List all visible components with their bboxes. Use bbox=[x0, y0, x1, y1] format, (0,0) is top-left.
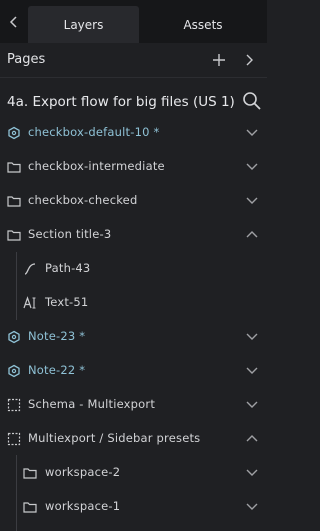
layer-row-note-23[interactable]: Note-23 * bbox=[0, 320, 267, 354]
layer-row-text-51[interactable]: Text-51 bbox=[0, 286, 267, 320]
layer-row-checkbox-default-10[interactable]: checkbox-default-10 * bbox=[0, 116, 267, 150]
layer-label: Multiexport / Sidebar presets bbox=[28, 431, 201, 445]
tab-bar: Layers Assets bbox=[0, 0, 267, 43]
folder-icon bbox=[7, 228, 21, 242]
folder-icon bbox=[7, 194, 21, 208]
add-page-button[interactable] bbox=[210, 51, 228, 69]
layer-row-schema-multiexport[interactable]: Schema - Multiexport bbox=[0, 388, 267, 422]
tab-assets[interactable]: Assets bbox=[139, 6, 267, 43]
layer-row-note-22[interactable]: Note-22 * bbox=[0, 354, 267, 388]
path-icon bbox=[23, 262, 37, 276]
plus-icon bbox=[213, 54, 225, 66]
chevron-down-icon[interactable] bbox=[245, 467, 259, 479]
layer-label: Text-51 bbox=[45, 295, 89, 309]
divider bbox=[0, 77, 267, 78]
layer-row-workspace-2[interactable]: workspace-2 bbox=[0, 456, 267, 490]
chevron-down-icon[interactable] bbox=[245, 365, 259, 377]
layer-label: checkbox-checked bbox=[28, 193, 138, 207]
folder-icon bbox=[23, 500, 37, 514]
chevron-right-icon bbox=[246, 54, 253, 66]
search-button[interactable] bbox=[242, 91, 262, 111]
expand-pages-button[interactable] bbox=[240, 51, 258, 69]
layer-row-workspace-1[interactable]: workspace-1 bbox=[0, 490, 267, 524]
component-icon bbox=[7, 364, 21, 378]
pages-title: Pages bbox=[7, 52, 46, 67]
layer-row-checkbox-checked[interactable]: checkbox-checked bbox=[0, 184, 267, 218]
chevron-down-icon[interactable] bbox=[245, 161, 259, 173]
chevron-up-icon[interactable] bbox=[245, 229, 259, 241]
text-icon bbox=[23, 296, 37, 310]
layer-label: Note-22 * bbox=[28, 363, 86, 377]
layer-row-path-43[interactable]: Path-43 bbox=[0, 252, 267, 286]
layer-label: checkbox-default-10 * bbox=[28, 125, 160, 139]
frame-icon bbox=[7, 432, 21, 446]
folder-icon bbox=[23, 466, 37, 480]
layer-row-checkbox-intermediate[interactable]: checkbox-intermediate bbox=[0, 150, 267, 184]
layer-label: Section title-3 bbox=[28, 227, 112, 241]
chevron-down-icon[interactable] bbox=[245, 501, 259, 513]
chevron-down-icon[interactable] bbox=[245, 127, 259, 139]
layer-row-section-title-3[interactable]: Section title-3 bbox=[0, 218, 267, 252]
chevron-down-icon[interactable] bbox=[245, 195, 259, 207]
layer-label: Schema - Multiexport bbox=[28, 397, 156, 411]
layer-label: Path-43 bbox=[45, 261, 91, 275]
layer-label: workspace-2 bbox=[45, 465, 121, 479]
component-icon bbox=[7, 126, 21, 140]
current-page-row[interactable]: 4a. Export flow for big files (US 1) bbox=[0, 86, 267, 118]
layer-label: workspace-1 bbox=[45, 499, 121, 513]
page-title: 4a. Export flow for big files (US 1) bbox=[7, 94, 235, 110]
search-icon bbox=[243, 92, 261, 110]
chevron-down-icon[interactable] bbox=[245, 331, 259, 343]
layer-label: checkbox-intermediate bbox=[28, 159, 165, 173]
frame-icon bbox=[7, 398, 21, 412]
folder-icon bbox=[7, 160, 21, 174]
back-button[interactable] bbox=[0, 0, 27, 43]
chevron-left-icon bbox=[9, 15, 17, 28]
chevron-down-icon[interactable] bbox=[245, 399, 259, 411]
layer-label: Note-23 * bbox=[28, 329, 86, 343]
chevron-up-icon[interactable] bbox=[245, 433, 259, 445]
tab-layers[interactable]: Layers bbox=[28, 6, 139, 43]
layer-row-multiexport-sidebar-presets[interactable]: Multiexport / Sidebar presets bbox=[0, 422, 267, 456]
component-icon bbox=[7, 330, 21, 344]
pages-header: Pages bbox=[0, 43, 267, 77]
